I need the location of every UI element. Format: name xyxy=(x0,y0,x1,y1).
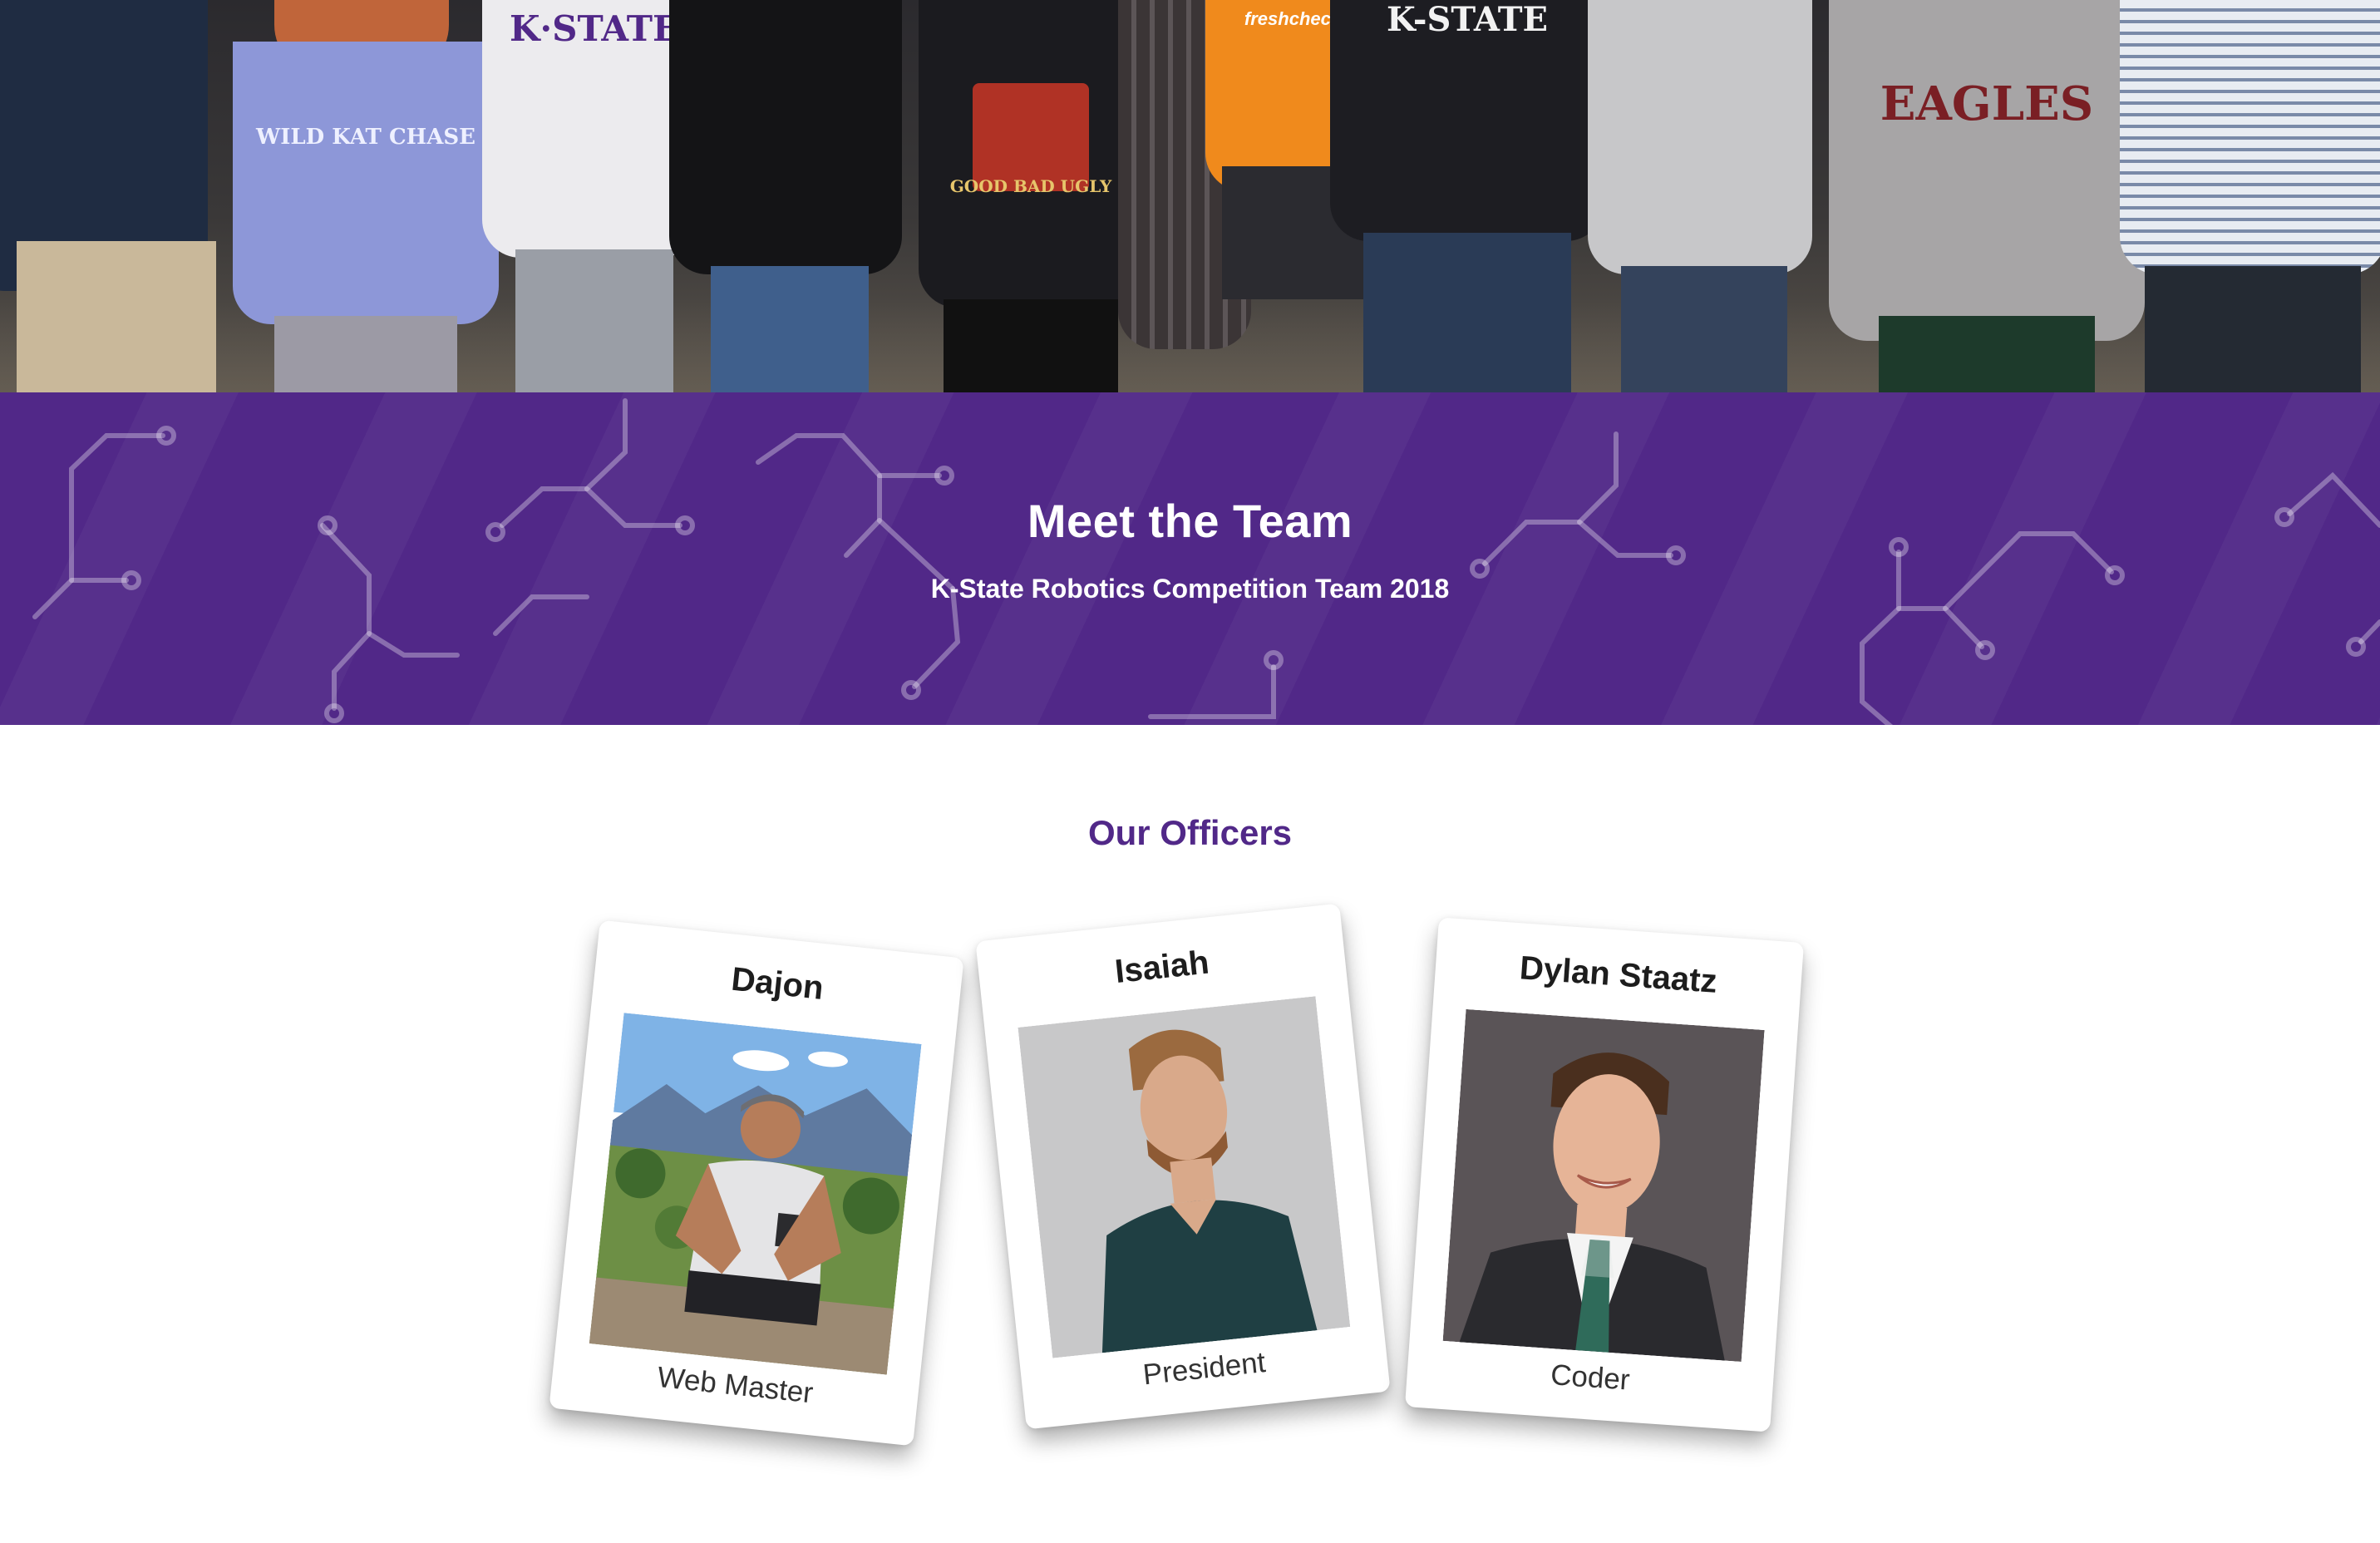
circuit-pattern-decoration xyxy=(32,398,2380,725)
officer-card-dajon[interactable]: Dajon Web Master xyxy=(549,919,964,1447)
banner-title: Meet the Team xyxy=(1027,495,1353,547)
officer-card-isaiah[interactable]: Isaiah President xyxy=(975,903,1391,1430)
officers-section-title: Our Officers xyxy=(1087,813,1293,852)
shirt-print: EAGLES xyxy=(1880,76,2094,131)
officer-name: Isaiah xyxy=(1113,944,1211,991)
shirt-print: GOOD BAD UGLY xyxy=(949,176,1112,196)
meet-the-team-banner: Meet the Team K-State Robotics Competiti… xyxy=(0,392,2380,725)
officer-photo-isaiah xyxy=(1018,996,1351,1358)
officer-photo-dajon xyxy=(589,1013,922,1375)
shirt-print: K-STATE xyxy=(1386,0,1549,39)
shirt-print: WILD KAT CHASE xyxy=(256,125,476,150)
officer-photo-dylan-staatz xyxy=(1442,1008,1765,1363)
officer-name: Dylan Staatz xyxy=(1518,949,1718,1000)
officer-card-dylan-staatz[interactable]: Dylan Staatz Coder xyxy=(1404,917,1805,1432)
officer-name: Dajon xyxy=(729,960,825,1008)
banner-subtitle: K-State Robotics Competition Team 2018 xyxy=(930,574,1450,604)
team-group-photo: WILD KAT CHASE K·STATE GOOD BAD UGLY fre… xyxy=(0,0,2380,392)
